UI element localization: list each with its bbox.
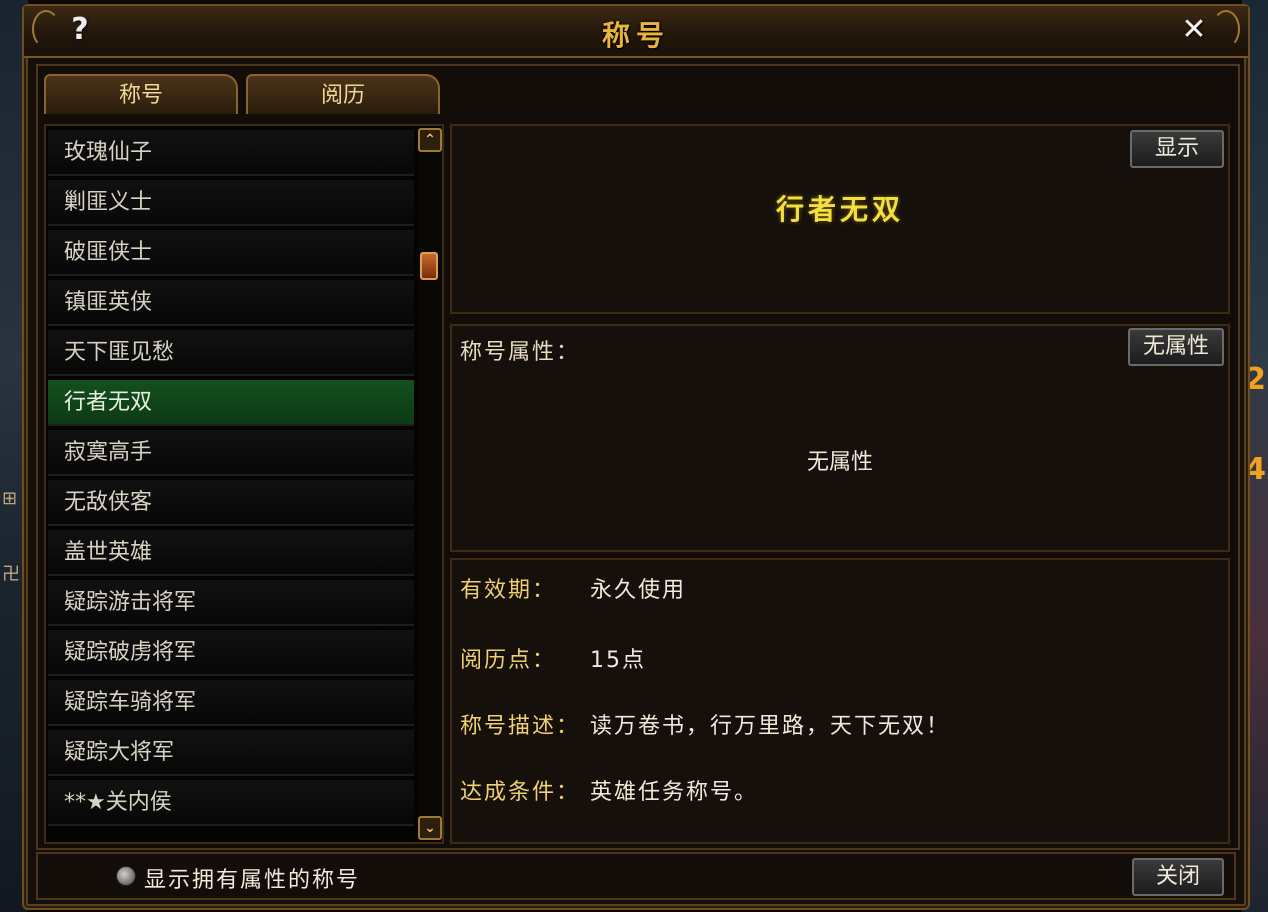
condition-row: 达成条件： 英雄任务称号。 xyxy=(460,774,758,806)
list-item[interactable]: 无敌侠客 xyxy=(48,480,414,526)
validity-label: 有效期： xyxy=(460,578,557,603)
list-item[interactable]: 玫瑰仙子 xyxy=(48,130,414,176)
selected-title-name: 行者无双 xyxy=(775,193,904,226)
list-item[interactable]: 疑踪大将军 xyxy=(48,730,414,776)
condition-value: 英雄任务称号。 xyxy=(590,780,759,805)
list-item[interactable]: 盖世英雄 xyxy=(48,530,414,576)
title-list: 玫瑰仙子 剿匪义士 破匪侠士 镇匪英侠 天下匪见愁 行者无双 寂寞高手 无敌侠客… xyxy=(44,124,444,844)
title-window: ? 称号 ✕ 称号 阅历 玫瑰仙子 剿匪义士 破匪侠士 镇匪英侠 天下匪见愁 行… xyxy=(22,4,1250,910)
points-label: 阅历点： xyxy=(460,648,557,673)
list-item[interactable]: **★关内侯 xyxy=(48,780,414,826)
window-title: 称号 xyxy=(601,19,670,52)
list-item[interactable]: 疑踪车骑将军 xyxy=(48,680,414,726)
title-info-panel: 有效期： 永久使用 阅历点： 15点 称号描述： 读万卷书，行万里路，天下无双！ 达成… xyxy=(450,558,1230,844)
validity-row: 有效期： 永久使用 xyxy=(460,572,686,604)
scroll-down-icon[interactable]: ⌄ xyxy=(418,816,442,840)
description-label: 称号描述： xyxy=(460,714,581,739)
list-item-selected[interactable]: 行者无双 xyxy=(48,380,414,426)
description-value: 读万卷书，行万里路，天下无双！ xyxy=(590,714,951,739)
show-attr-titles-label[interactable]: 显示拥有属性的称号 xyxy=(144,862,360,894)
attribute-value: 无属性 xyxy=(806,450,873,475)
show-attr-titles-radio[interactable] xyxy=(116,866,136,886)
scroll-up-icon[interactable]: ⌃ xyxy=(418,128,442,152)
tab-titles[interactable]: 称号 xyxy=(44,74,238,114)
list-item[interactable]: 剿匪义士 xyxy=(48,180,414,226)
tab-experience[interactable]: 阅历 xyxy=(246,74,440,114)
attribute-filter-button[interactable]: 无属性 xyxy=(1128,328,1224,366)
window-footer: 显示拥有属性的称号 关闭 xyxy=(36,852,1236,900)
list-item[interactable]: 镇匪英侠 xyxy=(48,280,414,326)
close-icon[interactable]: ✕ xyxy=(1178,12,1210,48)
title-display-panel: 显示 行者无双 xyxy=(450,124,1230,314)
validity-value: 永久使用 xyxy=(590,578,687,603)
list-item[interactable]: 天下匪见愁 xyxy=(48,330,414,376)
list-item[interactable]: 寂寞高手 xyxy=(48,430,414,476)
scene-ornament-icon: ⊞ xyxy=(2,488,18,509)
points-value: 15点 xyxy=(590,648,646,673)
description-row: 称号描述： 读万卷书，行万里路，天下无双！ xyxy=(460,708,950,740)
window-content: 称号 阅历 玫瑰仙子 剿匪义士 破匪侠士 镇匪英侠 天下匪见愁 行者无双 寂寞高… xyxy=(36,64,1240,850)
condition-label: 达成条件： xyxy=(460,780,581,805)
window-titlebar: ? 称号 ✕ xyxy=(24,6,1248,58)
show-button[interactable]: 显示 xyxy=(1130,130,1224,168)
list-item[interactable]: 疑踪破虏将军 xyxy=(48,630,414,676)
attribute-label: 称号属性： xyxy=(460,340,581,365)
scene-ornament-icon: 卍 xyxy=(2,564,20,585)
title-attribute-panel: 称号属性： 无属性 无属性 xyxy=(450,324,1230,552)
points-row: 阅历点： 15点 xyxy=(460,642,646,674)
scroll-thumb[interactable] xyxy=(420,252,438,280)
list-scrollbar[interactable]: ⌃ ⌄ xyxy=(418,128,442,840)
list-item[interactable]: 破匪侠士 xyxy=(48,230,414,276)
list-item[interactable]: 疑踪游击将军 xyxy=(48,580,414,626)
close-button[interactable]: 关闭 xyxy=(1132,858,1224,896)
